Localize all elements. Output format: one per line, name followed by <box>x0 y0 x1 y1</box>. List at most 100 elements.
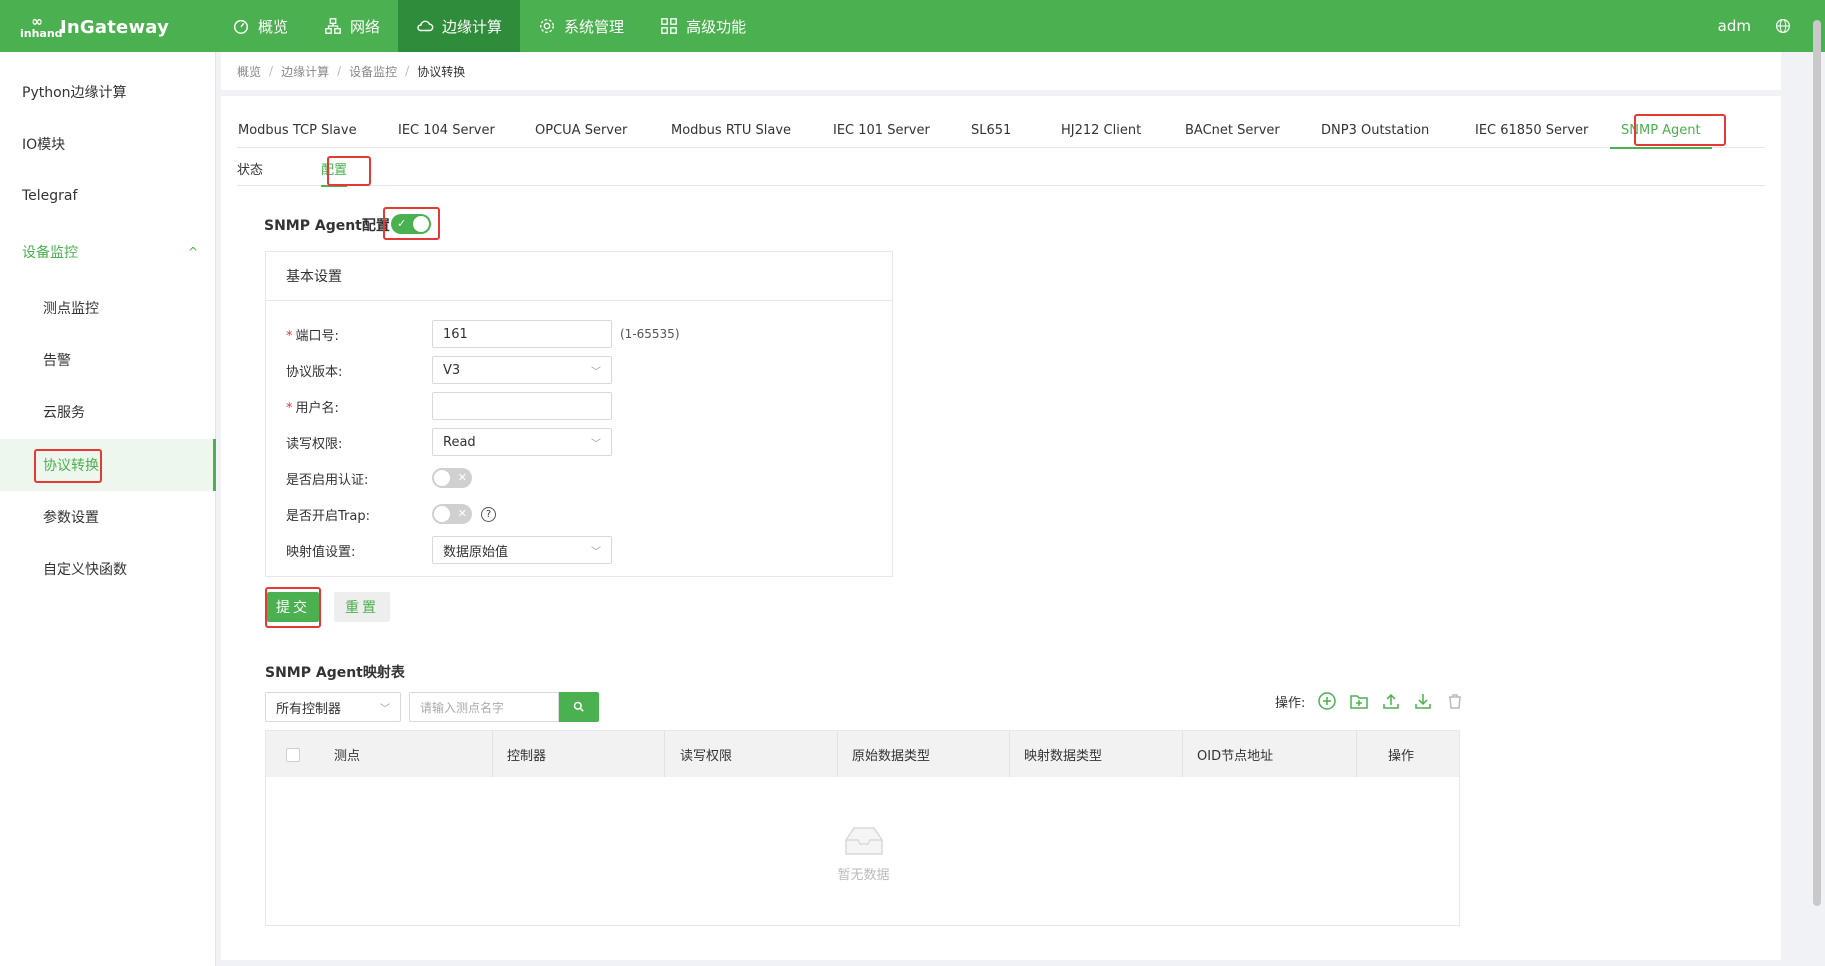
subtab-config[interactable]: 配置 <box>321 150 348 187</box>
point-search-input[interactable]: 请输入测点名字 <box>409 692 559 722</box>
ops-label: 操作: <box>1275 695 1306 711</box>
username-label: * 用户名: <box>286 397 432 416</box>
help-icon[interactable]: ? <box>481 506 496 522</box>
sidebar-item-label: IO模块 <box>22 137 66 153</box>
upload-icon[interactable] <box>1381 691 1401 711</box>
col-rw: 读写权限 <box>680 748 733 764</box>
col-point: 测点 <box>334 748 361 764</box>
col-divider <box>492 731 493 777</box>
close-icon: ✕ <box>457 507 467 520</box>
page-scrollbar[interactable] <box>1813 20 1821 906</box>
sidebar-item-alarm[interactable]: 告警 <box>0 334 216 386</box>
brand-logo[interactable]: ∞ inhand InGateway <box>20 12 169 42</box>
sidebar-item-label: 协议转换 <box>43 458 99 474</box>
nav-edge-computing[interactable]: 边缘计算 <box>398 0 521 52</box>
nav-advanced[interactable]: 高级功能 <box>642 0 764 52</box>
network-icon <box>325 18 341 34</box>
version-select[interactable]: V3 ﹀ <box>432 356 612 384</box>
gear-icon <box>540 19 555 33</box>
select-all-checkbox[interactable] <box>286 748 300 762</box>
breadcrumb-current: 协议转换 <box>417 64 466 79</box>
sidebar-item-protocol-conversion[interactable]: 协议转换 <box>0 439 216 491</box>
mapping-table-title: SNMP Agent映射表 <box>265 665 405 681</box>
select-value: 所有控制器 <box>276 701 342 717</box>
sidebar-item-cloud[interactable]: 云服务 <box>0 386 216 438</box>
port-row: * 端口号: 161 (1-65535) <box>286 320 886 348</box>
rw-row: 读写权限: Read ﹀ <box>286 428 886 456</box>
tab-modbus-rtu-slave[interactable]: Modbus RTU Slave <box>670 112 792 148</box>
breadcrumb-item[interactable]: 边缘计算 <box>281 63 329 80</box>
reset-button[interactable]: 重置 <box>334 592 390 622</box>
globe-icon[interactable] <box>1775 18 1791 34</box>
sidebar-item-params[interactable]: 参数设置 <box>0 491 216 543</box>
auth-toggle[interactable]: ✕ <box>432 468 472 488</box>
tab-opcua-server[interactable]: OPCUA Server <box>534 112 628 148</box>
tab-iec61850-server[interactable]: IEC 61850 Server <box>1474 112 1589 148</box>
sidebar-item-telegraf[interactable]: Telegraf <box>0 170 216 222</box>
col-raw-type: 原始数据类型 <box>852 748 931 764</box>
chevron-down-icon: ﹀ <box>591 367 601 378</box>
sidebar-item-label: 自定义快函数 <box>43 562 127 578</box>
col-divider <box>664 731 665 777</box>
nav-system[interactable]: 系统管理 <box>520 0 642 52</box>
main-nav: 概览 网络 边缘计算 系统管理 高级功能 <box>214 0 764 52</box>
mapping-select[interactable]: 数据原始值 ﹀ <box>432 536 612 564</box>
download-icon[interactable] <box>1413 691 1433 711</box>
logo-mark-text: inhand <box>20 26 63 40</box>
nav-network[interactable]: 网络 <box>306 0 398 52</box>
subtab-status[interactable]: 状态 <box>237 150 263 186</box>
controller-filter-select[interactable]: 所有控制器 ﹀ <box>265 692 401 722</box>
trap-row: 是否开启Trap: ✕ ? <box>286 500 886 528</box>
tab-label: SL651 <box>971 122 1012 138</box>
tab-label: Modbus RTU Slave <box>671 122 792 138</box>
tab-label: HJ212 Client <box>1061 122 1142 138</box>
rw-select[interactable]: Read ﹀ <box>432 428 612 456</box>
tab-label: OPCUA Server <box>535 122 628 138</box>
username-input[interactable] <box>432 392 612 420</box>
snmp-enable-toggle[interactable]: ✓ <box>391 214 431 234</box>
folder-add-icon[interactable] <box>1349 691 1369 711</box>
port-input[interactable]: 161 <box>432 320 612 348</box>
breadcrumb-item[interactable]: 设备监控 <box>349 63 397 80</box>
sidebar-item-point-monitor[interactable]: 测点监控 <box>0 282 216 334</box>
tab-hj212-client[interactable]: HJ212 Client <box>1060 112 1142 148</box>
auth-label: 是否启用认证: <box>286 472 369 488</box>
user-name[interactable]: adm <box>1718 17 1751 35</box>
col-divider <box>1182 731 1183 777</box>
sidebar-item-label: 云服务 <box>43 405 85 421</box>
sidebar: Python边缘计算 IO模块 Telegraf 设备监控 ^ 测点监控 告警 … <box>0 52 216 966</box>
search-button[interactable] <box>559 692 599 722</box>
tab-sl651[interactable]: SL651 <box>970 112 1012 148</box>
tab-bacnet-server[interactable]: BACnet Server <box>1184 112 1281 148</box>
chevron-down-icon: ﹀ <box>380 704 390 715</box>
breadcrumb-item[interactable]: 概览 <box>237 63 261 80</box>
sidebar-item-python[interactable]: Python边缘计算 <box>0 66 216 118</box>
tab-snmp-agent[interactable]: SNMP Agent <box>1610 112 1712 149</box>
tab-label: IEC 104 Server <box>398 122 495 138</box>
trap-toggle[interactable]: ✕ <box>432 504 472 524</box>
col-mapped-type: 映射数据类型 <box>1024 748 1103 764</box>
config-title: SNMP Agent配置 <box>264 218 390 234</box>
add-icon[interactable] <box>1317 691 1337 711</box>
submit-button[interactable]: 提交 <box>267 592 319 622</box>
sidebar-group-device-monitor[interactable]: 设备监控 ^ <box>0 226 216 278</box>
tab-modbus-tcp-slave[interactable]: Modbus TCP Slave <box>237 112 358 148</box>
trash-icon[interactable] <box>1445 691 1465 711</box>
nav-label: 网络 <box>350 17 381 36</box>
sidebar-item-custom-function[interactable]: 自定义快函数 <box>0 543 216 595</box>
table-filters: 所有控制器 ﹀ 请输入测点名字 <box>265 692 599 722</box>
nav-label: 边缘计算 <box>442 17 503 36</box>
protocol-tabs: Modbus TCP Slave IEC 104 Server OPCUA Se… <box>237 112 1765 149</box>
tab-label: SNMP Agent <box>1621 122 1701 138</box>
tab-iec104-server[interactable]: IEC 104 Server <box>397 112 496 148</box>
toggle-knob <box>413 216 429 232</box>
toggle-knob <box>434 470 450 486</box>
tab-dnp3-outstation[interactable]: DNP3 Outstation <box>1320 112 1430 148</box>
breadcrumb-sep: / <box>269 64 274 78</box>
mapping-label: 映射值设置: <box>286 544 356 560</box>
breadcrumb-sep: / <box>337 64 342 78</box>
nav-overview[interactable]: 概览 <box>214 0 306 52</box>
sidebar-item-io[interactable]: IO模块 <box>0 118 216 170</box>
breadcrumb: 概览 / 边缘计算 / 设备监控 / 协议转换 <box>221 52 1781 90</box>
tab-iec101-server[interactable]: IEC 101 Server <box>832 112 931 148</box>
